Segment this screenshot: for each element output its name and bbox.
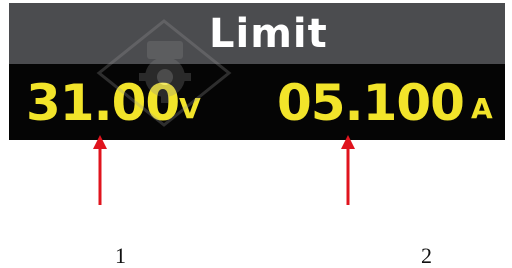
voltage-unit: V [179,92,201,125]
callout-label-2: 2 [421,243,432,268]
callout-arrow-2 [341,135,355,205]
current-limit-value: 05.100 [277,74,465,132]
callout-arrow-1 [93,135,107,205]
callout-label-1: 1 [115,243,126,268]
voltage-limit-value: 31.00 [26,74,180,132]
limit-readout: 31.00 V 05.100 A [9,64,505,140]
limit-header: Limit [9,3,505,64]
current-unit: A [471,92,493,125]
limit-display-panel: Limit 31.00 V 05.100 A [9,3,505,140]
limit-title: Limit [209,11,328,57]
